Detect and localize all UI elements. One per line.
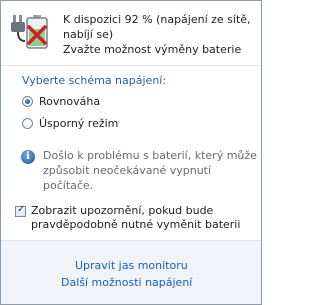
notification-option-label[interactable]: Zobrazit upozornění, pokud bude pravděpo…: [31, 204, 261, 232]
battery-status-line: nabíjí se): [63, 28, 114, 41]
battery-warning-icon: [11, 15, 48, 49]
battery-replace-warning: Zvažte možnost výměny baterie: [63, 43, 242, 56]
battery-status-line: K dispozici 92 % (napájení ze sítě,: [63, 13, 251, 26]
power-plan-title: Vyberte schéma napájení:: [22, 74, 167, 87]
option-line[interactable]: pravděpodobně nutné vyměnit baterii: [31, 218, 261, 232]
plan-option-label[interactable]: Úsporný režim: [39, 117, 118, 130]
battery-status-header: K dispozici 92 % (napájení ze sítě, nabí…: [1, 1, 261, 65]
battery-status-text: K dispozici 92 % (napájení ze sítě, nabí…: [63, 12, 253, 57]
notice-line: Došlo k problému s baterií, který může: [43, 149, 257, 162]
radio-button-checked[interactable]: [22, 95, 33, 107]
plan-option-label[interactable]: Rovnováha: [39, 95, 100, 108]
plan-option-power-saver[interactable]: Úsporný režim: [22, 115, 118, 131]
info-icon: i: [21, 150, 35, 164]
more-power-options-link[interactable]: Další možnosti napájení: [61, 276, 192, 289]
power-popup: K dispozici 92 % (napájení ze sítě, nabí…: [0, 0, 262, 305]
battery-problem-text: Došlo k problému s baterií, který může z…: [43, 148, 257, 193]
adjust-brightness-link[interactable]: Upravit jas monitoru: [75, 259, 188, 272]
checkmark-icon: ✓: [17, 204, 26, 215]
radio-button[interactable]: [22, 117, 33, 129]
notification-checkbox[interactable]: ✓: [15, 204, 26, 217]
option-line[interactable]: Zobrazit upozornění, pokud bude: [31, 204, 261, 218]
show-replace-notification-option[interactable]: ✓ Zobrazit upozornění, pokud bude pravdě…: [15, 204, 255, 232]
notice-line: počítače.: [43, 179, 94, 192]
popup-footer: Upravit jas monitoru Další možnosti napá…: [1, 241, 261, 304]
power-plan-section: Vyberte schéma napájení: Rovnováha Úspor…: [1, 66, 261, 233]
plan-option-balanced[interactable]: Rovnováha: [22, 93, 100, 109]
notice-line: způsobit neočekávané vypnutí: [43, 164, 212, 177]
